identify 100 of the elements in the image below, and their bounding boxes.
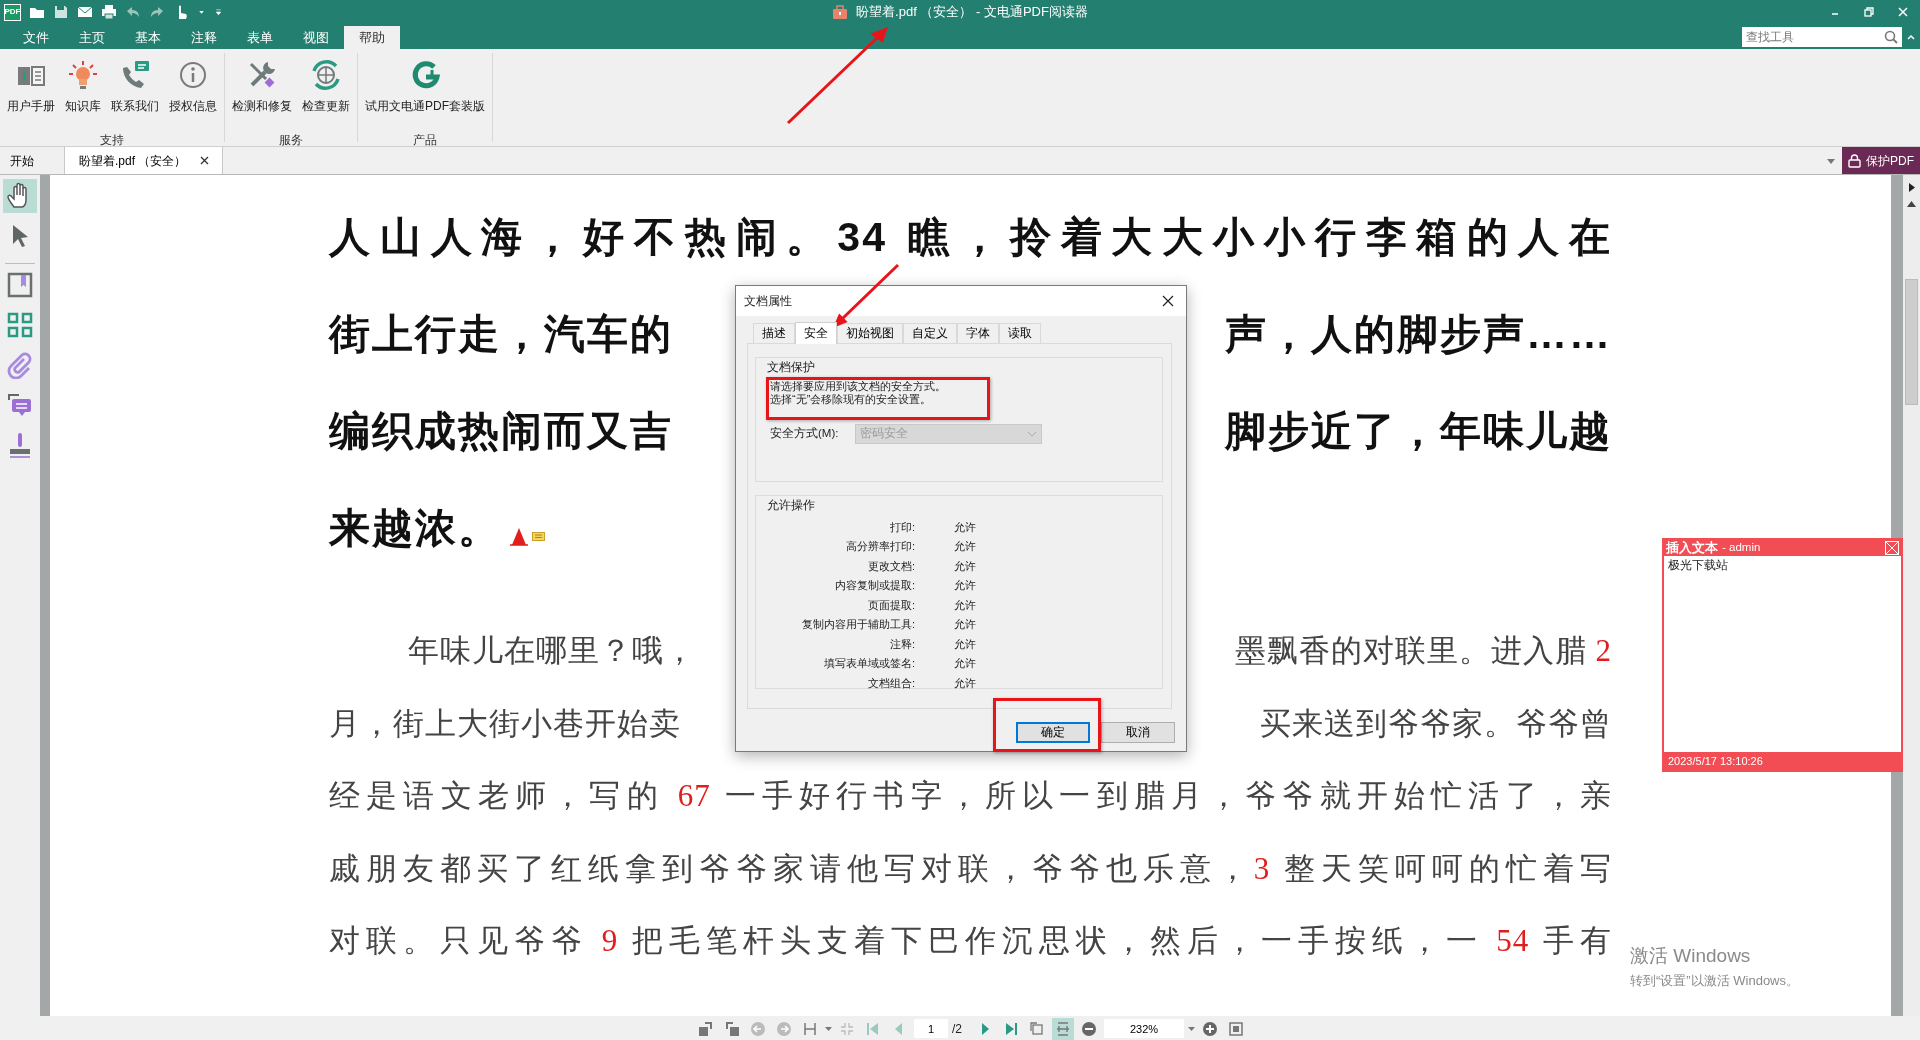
group-label: 产品	[412, 132, 438, 149]
permission-value: 允许	[954, 519, 976, 535]
menu-tab[interactable]: 注释	[176, 26, 232, 49]
lightbulb-icon	[67, 59, 99, 91]
note-text: 极光下载站	[1667, 557, 1729, 574]
restore-icon[interactable]	[1863, 6, 1875, 18]
permission-label: 文档组合:	[866, 675, 915, 691]
ribbon-button[interactable]: 授权信息	[166, 57, 220, 117]
permission-label: 高分辨率打印:	[844, 539, 915, 554]
globe-icon	[310, 59, 342, 91]
menu-tab[interactable]: 主页	[64, 26, 120, 49]
group-heading: 允许操作	[765, 498, 817, 512]
print-icon[interactable]	[101, 4, 117, 20]
fit-width-icon[interactable]	[802, 1020, 818, 1037]
permission-label: 内容复制或提取:	[833, 578, 915, 593]
description-text: 选择“无”会移除现有的安全设置。	[769, 393, 933, 406]
menu-tab[interactable]: 表单	[232, 26, 288, 49]
body-text: 买来送到爷爷家。爷爷曾	[1260, 704, 1612, 743]
ribbon-button[interactable]: 知识库	[62, 57, 104, 117]
menu-tab[interactable]: 基本	[120, 26, 176, 49]
zoom-in-icon[interactable]	[1202, 1020, 1218, 1037]
body-text: 戚朋友都买了红纸拿到爷爷家请他写对联，爷爷也乐意，3 整天笑呵呵的忙着写	[329, 849, 1612, 888]
body-text: 经是语文老师，写的 67 一手好行书字，所以一到腊月，爷爷就开始忙活了，亲	[329, 777, 1612, 815]
permission-value: 允许	[954, 656, 976, 671]
page-rotate-icon[interactable]	[698, 1020, 714, 1037]
permission-value: 允许	[954, 597, 976, 613]
ribbon-button[interactable]: 检测和修复	[229, 57, 295, 117]
permission-label: 更改文档:	[866, 558, 915, 574]
last-page-icon[interactable]	[1003, 1020, 1019, 1037]
scroll-up-icon[interactable]	[1907, 200, 1916, 207]
permission-value: 允许	[954, 617, 976, 632]
zoom-field[interactable]: 232%	[1104, 1019, 1184, 1038]
permission-value: 允许	[954, 539, 976, 554]
zoom-out-icon[interactable]	[1081, 1020, 1097, 1037]
ribbon-button[interactable]: 用户手册	[4, 57, 58, 117]
bookmark-icon	[6, 271, 34, 299]
permission-value: 允许	[954, 675, 976, 691]
body-text: 年味儿在哪里？哦，	[407, 632, 696, 670]
permission-label: 页面提取:	[866, 597, 915, 613]
rotate-view-icon[interactable]	[1029, 1020, 1045, 1037]
ribbon-button[interactable]: 联系我们	[108, 57, 162, 117]
dialog-tab[interactable]: 安全	[795, 322, 837, 344]
permission-value: 允许	[954, 578, 976, 593]
caret-icon[interactable]	[1188, 1025, 1195, 1032]
protect-button[interactable]: 保护PDF	[1842, 147, 1920, 174]
group-label: 支持	[99, 132, 125, 149]
dialog-button[interactable]: 确定	[1016, 722, 1090, 743]
search-field[interactable]: 查找工具	[1742, 26, 1902, 47]
paperclip-icon	[6, 351, 34, 379]
menu-tab[interactable]: 视图	[288, 26, 344, 49]
heading-text: 声，人的脚步声……	[1225, 310, 1612, 359]
heading-text: 街上行走，汽车的	[329, 310, 673, 359]
close-icon[interactable]	[200, 156, 210, 165]
permission-label: 打印:	[888, 519, 915, 535]
group-label: 服务	[278, 132, 304, 149]
dialog-title: 文档属性	[744, 293, 792, 310]
note-title: 插入文本	[1666, 539, 1718, 557]
ribbon-button[interactable]: 试用文电通PDF套装版	[362, 57, 488, 117]
activation-text: 转到“设置”以激活 Windows。	[1630, 971, 1799, 990]
heading-text: 编织成热闹而又吉	[329, 407, 673, 456]
body-text: 对联。只见爷爷 9 把毛笔杆头支着下巴作沉思状，然后，一手按纸，一 54 手有	[329, 922, 1612, 960]
activation-title: 激活 Windows	[1630, 944, 1752, 968]
save-icon[interactable]	[53, 4, 69, 20]
group-heading: 文档保护	[765, 360, 817, 374]
permission-label: 复制内容用于辅助工具:	[800, 617, 915, 632]
hand-tool-button[interactable]	[3, 179, 37, 213]
dialog-tab[interactable]: 字体	[957, 323, 999, 343]
close-icon[interactable]	[1162, 295, 1174, 307]
permission-value: 允许	[954, 558, 976, 574]
fit-page-icon[interactable]	[1228, 1020, 1244, 1037]
dialog-tab[interactable]: 初始视图	[837, 323, 903, 343]
next-arrow-icon[interactable]	[1907, 183, 1916, 192]
permission-value: 允许	[954, 636, 976, 652]
heading-text: 脚步近了，年味儿越	[1225, 407, 1612, 456]
dialog-button[interactable]: 取消	[1101, 722, 1175, 743]
ribbon-button[interactable]: 检查更新	[299, 57, 353, 117]
lock-icon	[1848, 153, 1861, 168]
dialog-tab[interactable]: 描述	[753, 323, 795, 343]
dialog-tab[interactable]: 自定义	[903, 323, 957, 343]
dialog-tab[interactable]: 读取	[999, 323, 1041, 343]
document-tab[interactable]: 盼望着.pdf （安全）	[65, 147, 223, 174]
scrollbar-thumb[interactable]	[1905, 279, 1918, 405]
info-icon	[177, 59, 209, 91]
menu-tab[interactable]: 帮助	[344, 26, 400, 49]
heading-text: 人山人海，好不热闹。34 瞧，拎着大大小小行李箱的人在	[329, 213, 1612, 262]
note-icon	[532, 532, 545, 543]
page-rotate-icon[interactable]	[724, 1020, 740, 1037]
briefcase-icon	[832, 4, 849, 20]
heading-text: 来越浓。	[329, 504, 501, 553]
permission-label: 填写表单域或签名:	[822, 656, 915, 671]
continuous-view-icon[interactable]	[1055, 1020, 1071, 1037]
description-text: 请选择要应用到该文档的安全方式。	[769, 380, 947, 393]
menu-tab[interactable]: 文件	[8, 26, 64, 49]
mail-icon[interactable]	[77, 4, 93, 20]
note-timestamp: 2023/5/17 13:10:26	[1668, 753, 1763, 769]
chevron-icon	[1027, 431, 1037, 437]
window-title: 盼望着.pdf （安全） - 文电通PDF阅读器	[856, 3, 1088, 22]
page-number-field[interactable]: 1	[914, 1019, 948, 1038]
page-count: /2	[952, 1020, 962, 1038]
caret-icon[interactable]	[825, 1025, 832, 1032]
